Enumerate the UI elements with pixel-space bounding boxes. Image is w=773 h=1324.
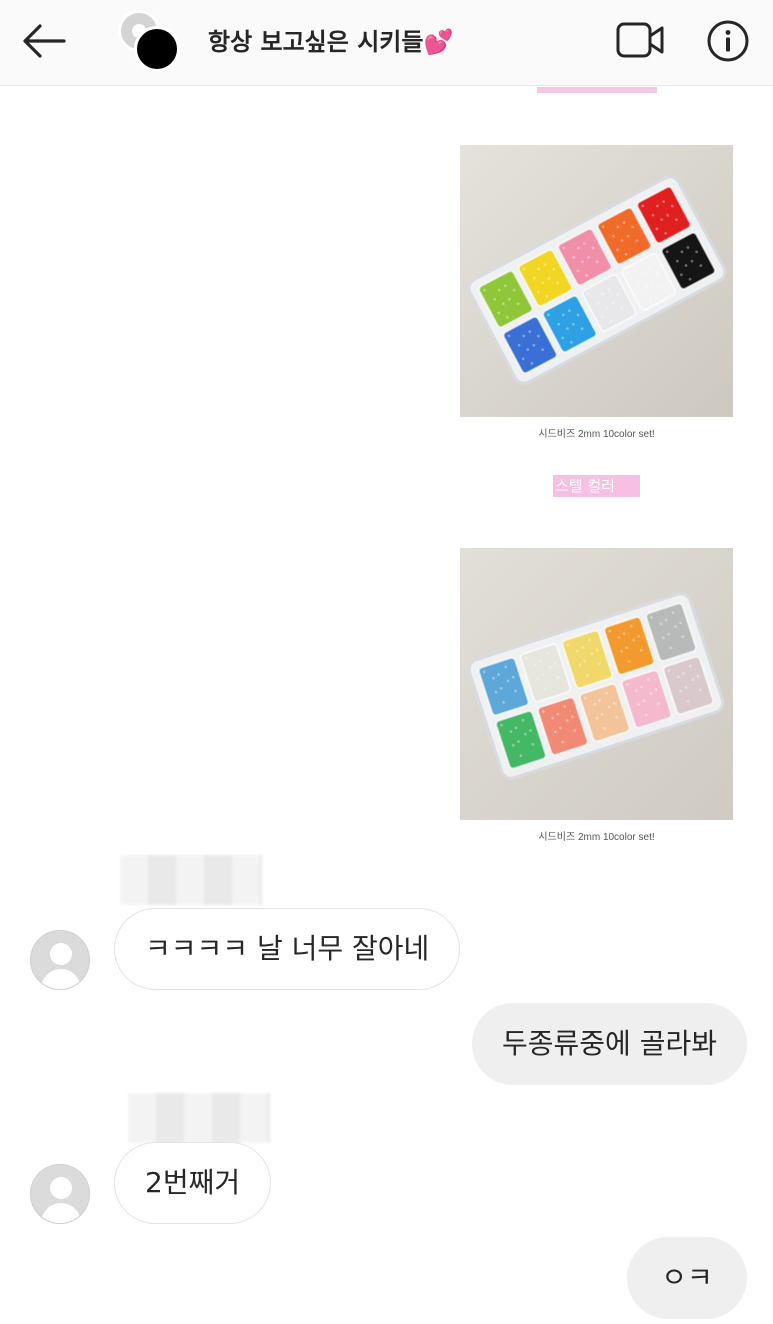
two-hearts-emoji: 💕 (423, 28, 454, 56)
sender-name-blurred (128, 1093, 270, 1143)
chat-title[interactable]: 항상 보고싶은 시키들💕 (208, 24, 453, 60)
avatar-head-shape (50, 943, 72, 965)
chat-header: 항상 보고싶은 시키들💕 (0, 0, 773, 86)
member-avatar-front (134, 26, 180, 72)
avatar-body-shape (41, 969, 81, 989)
group-avatar[interactable] (118, 10, 182, 72)
pastel-color-label: 스텔 컬러 (553, 475, 640, 497)
avatar-body-shape (41, 1203, 81, 1223)
sender-name-blurred (120, 855, 262, 905)
pastel-strip-decoration (537, 87, 657, 93)
photo-caption-2: 시드비즈 2mm 10color set! (538, 832, 655, 843)
shared-product-photo-1[interactable] (460, 145, 733, 417)
shared-product-photo-2[interactable] (460, 548, 733, 820)
info-icon[interactable] (704, 18, 752, 66)
sender-avatar[interactable] (30, 930, 90, 990)
video-call-icon[interactable] (612, 18, 668, 64)
message-bubble-incoming[interactable]: 2번째거 (114, 1142, 272, 1224)
message-bubble-outgoing[interactable]: ㅇㅋ (627, 1237, 747, 1319)
avatar-head-shape (50, 1177, 72, 1199)
back-arrow-icon[interactable] (18, 18, 72, 64)
message-bubble-outgoing[interactable]: 두종류중에 골라봐 (472, 1003, 747, 1085)
sender-avatar[interactable] (30, 1164, 90, 1224)
photo-caption-1: 시드비즈 2mm 10color set! (538, 429, 655, 440)
chat-title-text: 항상 보고싶은 시키들 (208, 28, 424, 56)
message-bubble-incoming[interactable]: ㅋㅋㅋㅋ 날 너무 잘아네 (114, 908, 461, 990)
